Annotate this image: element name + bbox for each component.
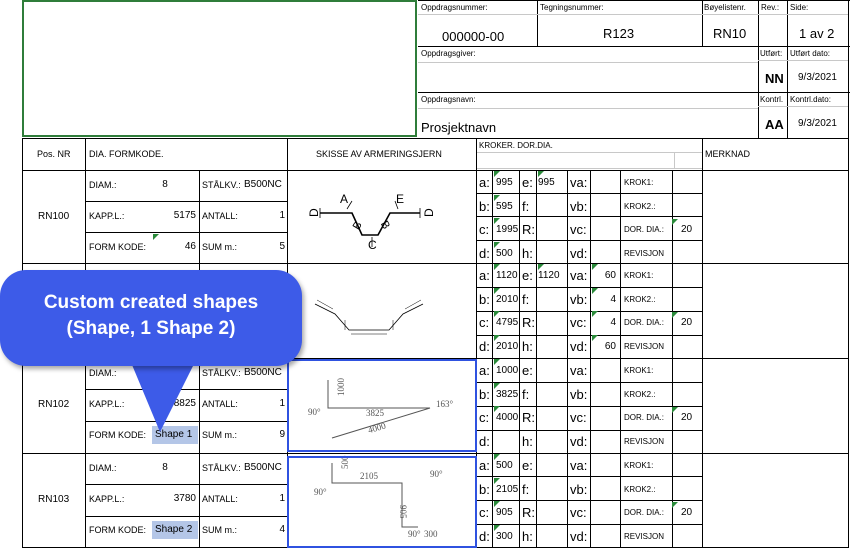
callout-line-2: (Shape, 1 Shape 2) — [66, 318, 236, 339]
callout-bubble: Custom created shapes (Shape, 1 Shape 2) — [0, 270, 302, 366]
callout-line-1: Custom created shapes — [43, 292, 259, 313]
